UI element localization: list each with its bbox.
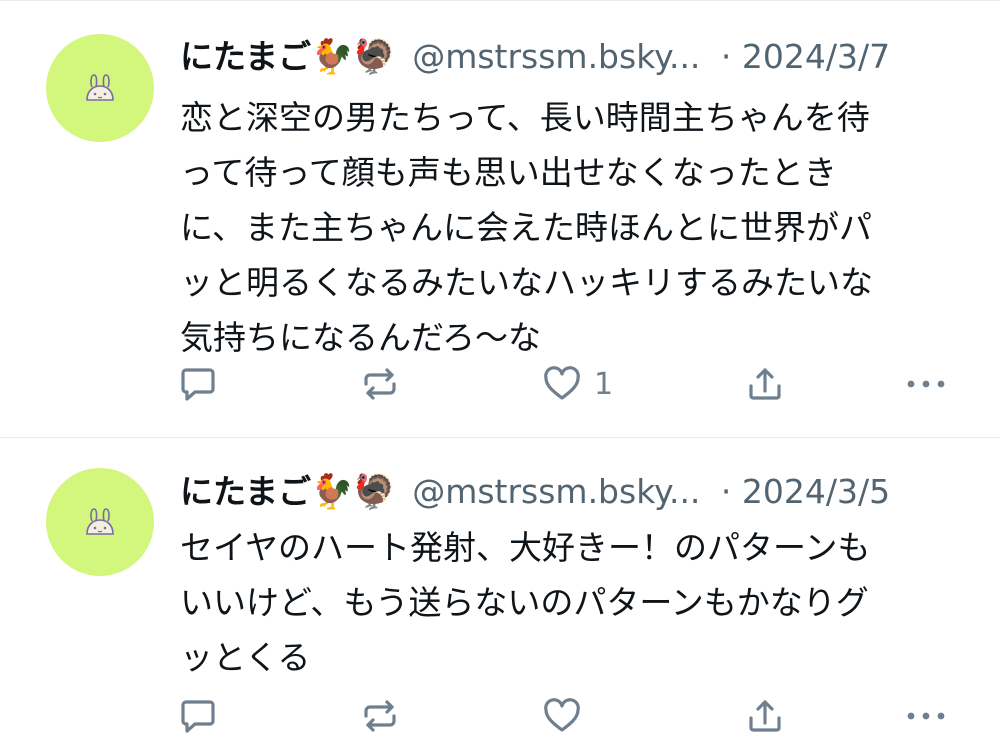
post-actions: 1 [0,364,1000,404]
separator-dot: · [720,37,732,76]
more-options-button[interactable] [904,696,948,736]
display-name[interactable]: にたまご [180,37,311,76]
share-button[interactable] [745,364,785,404]
post-header: にたまご🐓🦃 @mstrssm.bsky... · 2024/3/5 [180,470,980,514]
post-text: セイヤのハート発射、大好きー！のパターンも いいけど、もう送らないのパターンもか… [180,528,871,677]
post-header: にたまご🐓🦃 @mstrssm.bsky... · 2024/3/7 [180,35,980,79]
bunny-avatar-icon [86,508,114,535]
post-actions [0,696,1000,736]
more-icon [907,712,945,720]
reply-icon [181,368,215,401]
name-emojis: 🐓🦃 [311,37,396,77]
more-options-button[interactable] [904,364,948,404]
like-count: 1 [594,366,614,402]
post-text: 恋と深空の男たちって、長い時間主ちゃんを待 って待って顔も声も思い出せなくなった… [180,98,873,357]
post-item[interactable]: にたまご🐓🦃 @mstrssm.bsky... · 2024/3/5 セイヤのハ… [0,437,1000,747]
like-button[interactable]: 1 [542,364,613,404]
share-icon [749,700,781,732]
share-icon [749,368,781,400]
reply-icon [181,700,215,733]
share-button[interactable] [745,696,785,736]
reply-button[interactable] [178,364,218,404]
display-name[interactable]: にたまご [180,472,311,511]
avatar[interactable] [46,34,154,142]
repost-icon [364,700,396,732]
post-feed: にたまご🐓🦃 @mstrssm.bsky... · 2024/3/7 恋と深空の… [0,0,1000,747]
post-item[interactable]: にたまご🐓🦃 @mstrssm.bsky... · 2024/3/7 恋と深空の… [0,0,1000,438]
repost-icon [364,368,396,400]
timestamp[interactable]: 2024/3/5 [742,472,890,511]
handle[interactable]: @mstrssm.bsky... [412,472,700,511]
separator-dot: · [720,472,732,511]
reply-button[interactable] [178,696,218,736]
name-emojis: 🐓🦃 [311,472,396,512]
like-icon [544,698,580,732]
like-button[interactable] [542,696,594,736]
avatar[interactable] [46,468,154,576]
timestamp[interactable]: 2024/3/7 [742,37,890,76]
bunny-avatar-icon [86,74,114,101]
repost-button[interactable] [360,364,400,404]
like-icon [544,366,580,400]
repost-button[interactable] [360,696,400,736]
handle[interactable]: @mstrssm.bsky... [412,37,700,76]
more-icon [907,380,945,388]
